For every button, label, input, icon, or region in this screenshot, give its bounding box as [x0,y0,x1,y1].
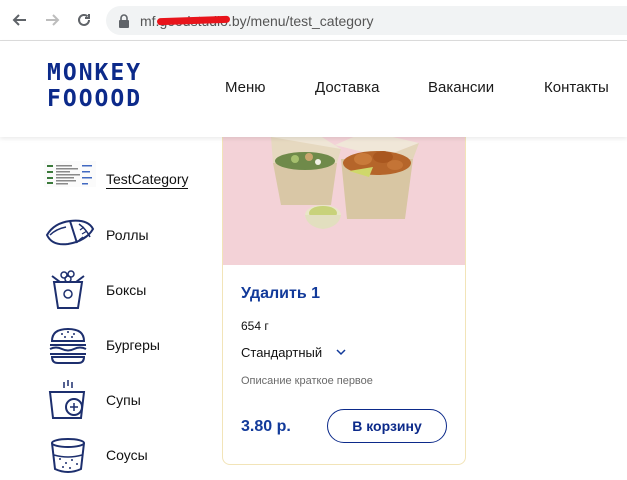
burger-icon [44,325,96,365]
sauce-icon [44,435,96,475]
lock-icon [118,14,130,28]
soup-icon [44,380,96,420]
nav-jobs-link[interactable]: Вакансии [428,79,494,96]
sidebar-item-boxes[interactable]: Боксы [44,270,214,310]
url-text: mf.goodstudio.by/menu/test_category [140,13,374,29]
sidebar-item-sauces[interactable]: Соусы [44,435,214,475]
nav-menu-link[interactable]: Меню [225,79,266,96]
product-card[interactable]: Удалить 1 654 г Стандартный Описание кра… [222,122,466,465]
product-title[interactable]: Удалить 1 [241,285,320,303]
browser-toolbar: mf.goodstudio.by/menu/test_category [0,0,627,41]
sidebar-item-label: Соусы [106,447,148,463]
back-arrow-icon[interactable] [10,10,30,30]
reload-icon[interactable] [74,10,94,30]
nav-delivery-link[interactable]: Доставка [315,79,379,96]
sidebar-item-label: Боксы [106,282,147,298]
food-boxes-photo[interactable] [223,123,465,265]
logo-line-2: FOOOOD [47,86,143,112]
chevron-down-icon[interactable] [335,345,347,357]
sidebar-item-label: Роллы [106,227,149,243]
sidebar-item-rolls[interactable]: Роллы [44,215,214,255]
product-description: Описание краткое первое [241,375,373,387]
sidebar-item-soups[interactable]: Супы [44,380,214,420]
rolls-icon [44,215,96,255]
sidebar-item-label: Супы [106,392,141,408]
test-category-thumbnail-icon [44,159,96,199]
sidebar-item-label: TestCategory [106,171,189,189]
redacted-url-part: goodstudio [159,13,228,29]
forward-arrow-icon[interactable] [42,10,62,30]
sidebar-item-label: Бургеры [106,337,160,353]
category-sidebar: TestCategory Роллы Боксы Бургеры Супы Со… [0,137,215,474]
address-bar[interactable]: mf.goodstudio.by/menu/test_category [106,6,627,35]
box-icon [44,270,96,310]
nav-contacts-link[interactable]: Контакты [544,79,609,96]
variant-select[interactable]: Стандартный [241,345,322,360]
add-to-cart-button[interactable]: В корзину [327,409,447,443]
sidebar-item-testcategory[interactable]: TestCategory [44,159,214,199]
sidebar-item-burgers[interactable]: Бургеры [44,325,214,365]
product-weight: 654 г [241,319,269,333]
logo-line-1: MONKEY [47,60,143,86]
logo[interactable]: MONKEY FOOOOD [47,60,142,112]
site-header: MONKEY FOOOOD Меню Доставка Вакансии Кон… [0,41,627,137]
product-price: 3.80 р. [241,418,291,435]
